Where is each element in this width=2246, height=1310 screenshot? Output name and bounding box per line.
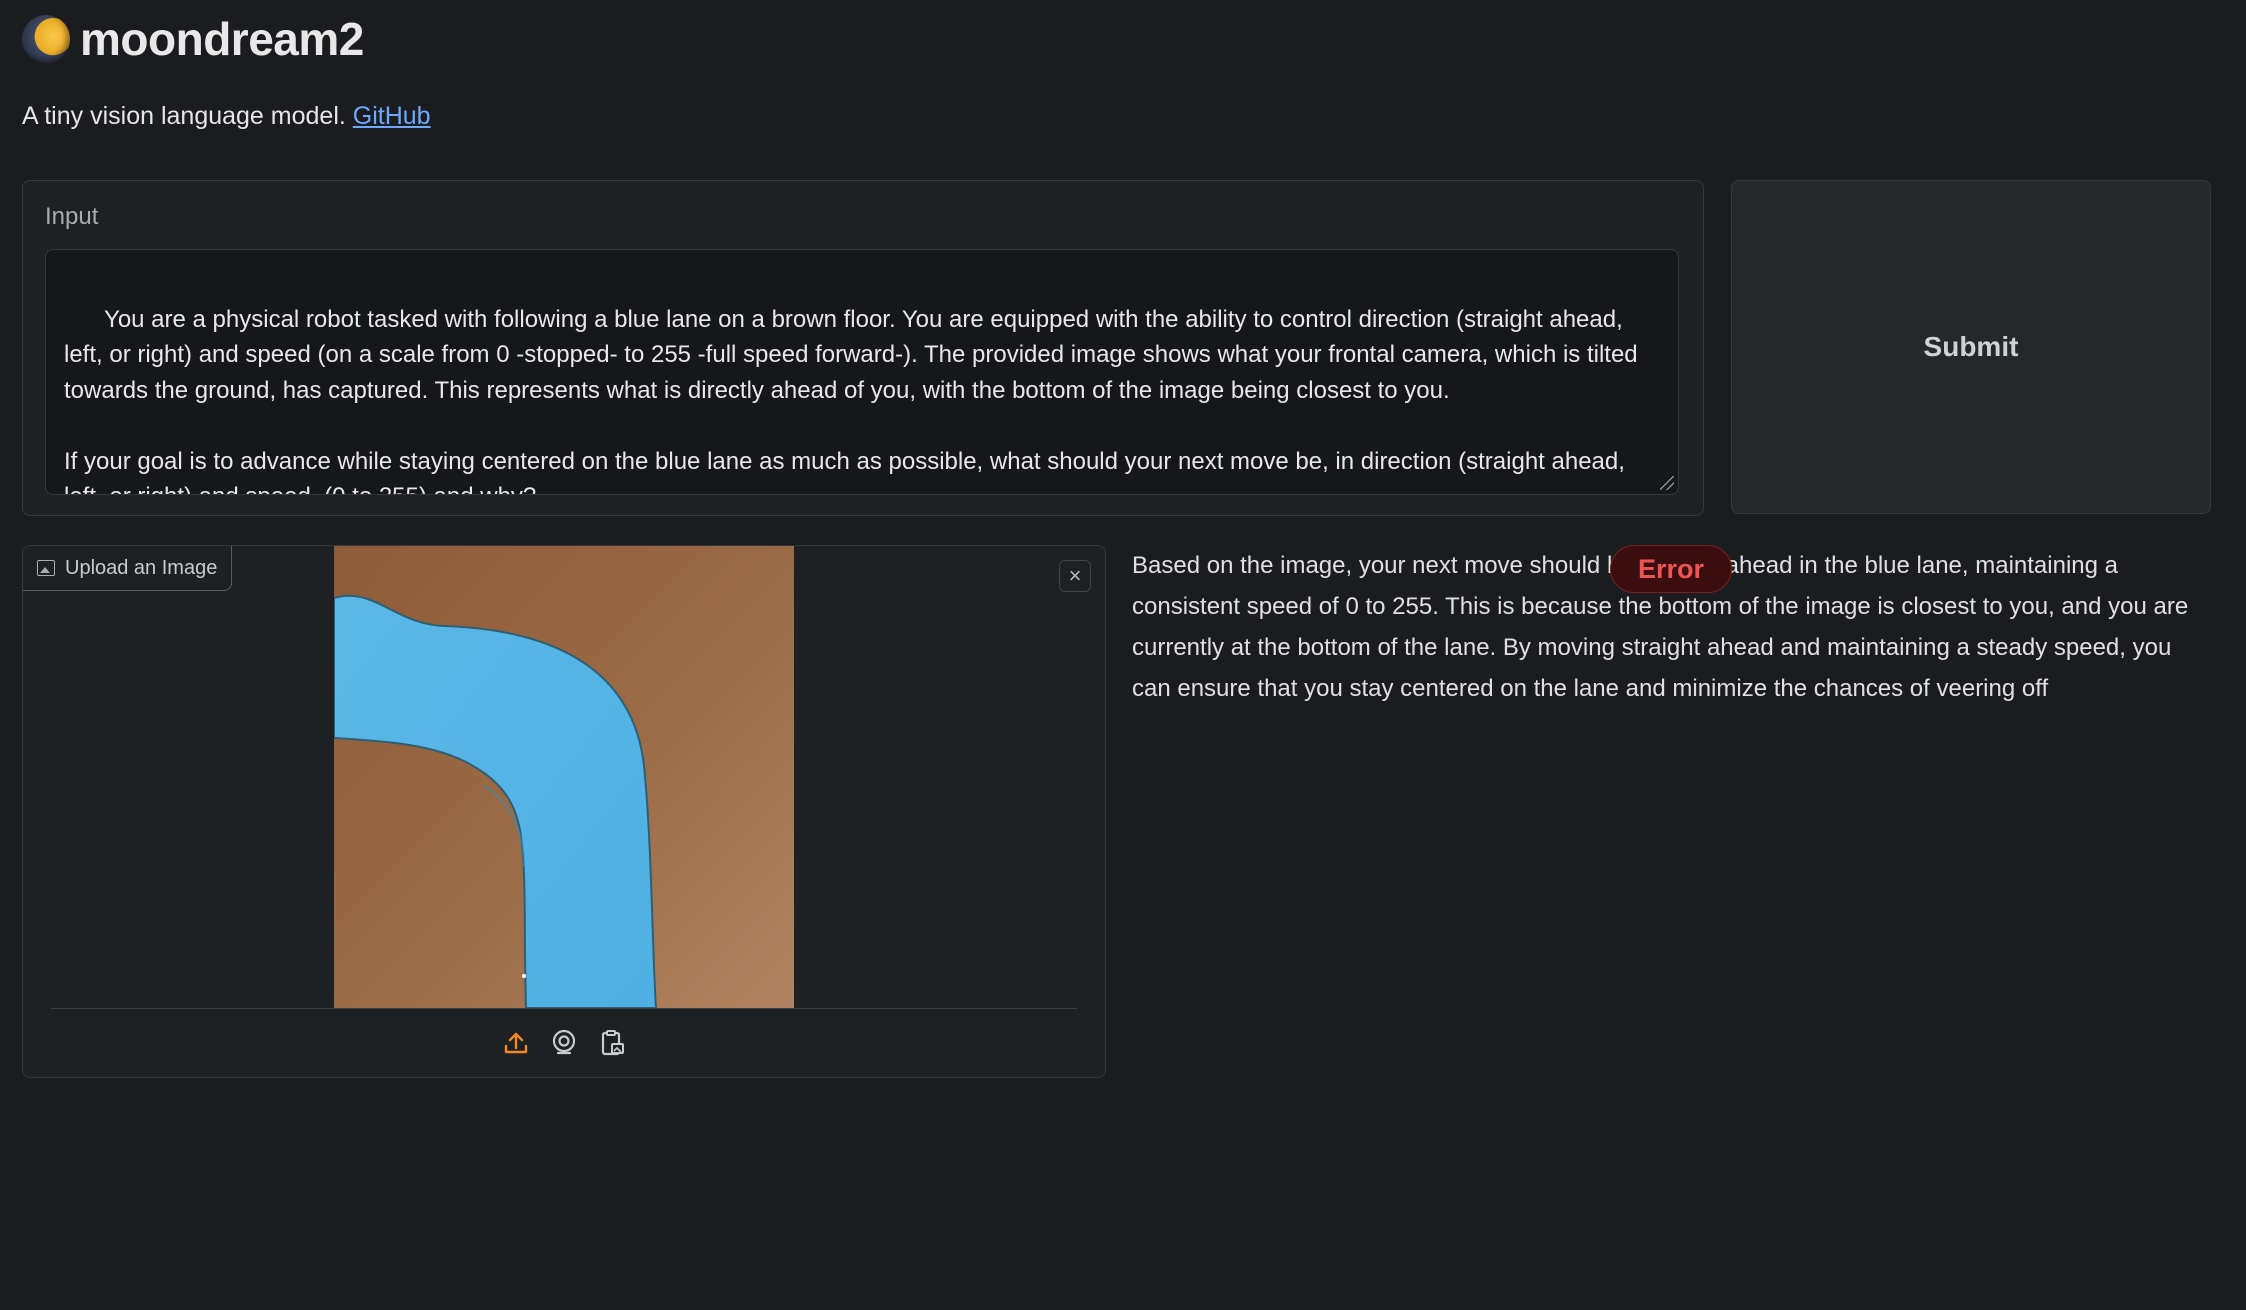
upload-icon[interactable] (501, 1028, 531, 1058)
upload-image-tab: Upload an Image (23, 546, 233, 591)
moon-logo-icon (22, 15, 70, 63)
error-badge: Error (1610, 545, 1732, 593)
input-label: Input (45, 203, 99, 230)
github-link[interactable]: GitHub (353, 102, 431, 130)
app-page: moondream2 A tiny vision language model.… (0, 0, 2246, 1310)
close-icon: × (1068, 563, 1082, 588)
image-icon (37, 560, 55, 576)
subtitle: A tiny vision language model. GitHub (22, 102, 431, 131)
upload-tab-label: Upload an Image (65, 556, 218, 579)
input-panel: Input You are a physical robot tasked wi… (22, 180, 1704, 516)
image-source-bar (23, 1024, 1105, 1062)
clipboard-icon[interactable] (597, 1028, 627, 1058)
divider (51, 1008, 1077, 1009)
webcam-icon[interactable] (549, 1028, 579, 1058)
submit-button[interactable]: Submit (1731, 180, 2211, 514)
prompt-textarea[interactable]: You are a physical robot tasked with fol… (45, 249, 1679, 495)
resize-handle-icon[interactable] (1660, 476, 1674, 490)
prompt-text: You are a physical robot tasked with fol… (64, 305, 1638, 495)
lane-photo (334, 546, 794, 1008)
header: moondream2 (22, 12, 364, 66)
uploaded-image (334, 546, 794, 1008)
image-upload-panel: Upload an Image × (22, 545, 1106, 1078)
app-title: moondream2 (80, 13, 364, 65)
clear-image-button[interactable]: × (1059, 560, 1091, 592)
subtitle-text: A tiny vision language model. (22, 102, 346, 130)
